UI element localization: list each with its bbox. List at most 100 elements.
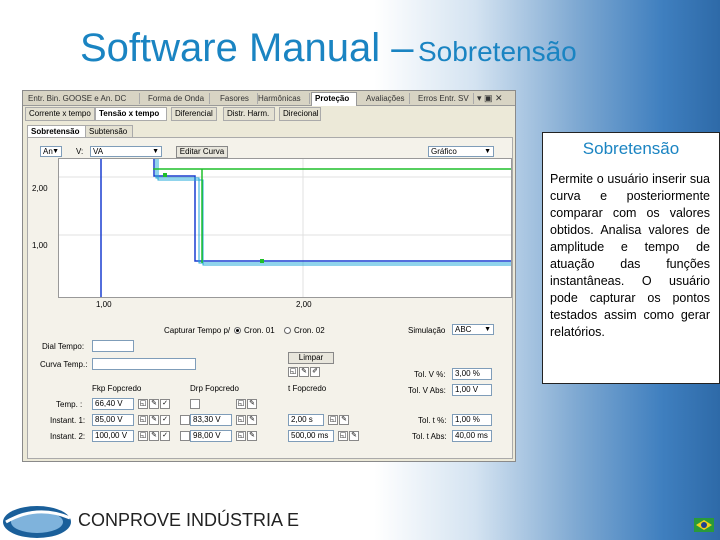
- simulation-select[interactable]: ABC ▼: [452, 324, 494, 335]
- channel-value: VA: [93, 147, 104, 156]
- pencil-icon[interactable]: ✎: [149, 415, 159, 425]
- pencil-icon[interactable]: ✎: [149, 431, 159, 441]
- copy-icon[interactable]: ◱: [138, 415, 148, 425]
- curve-cyan-2: [157, 159, 511, 266]
- pencil-icon[interactable]: ✎: [247, 399, 257, 409]
- brazil-flag-icon: [694, 518, 714, 532]
- tol-v-abs-input[interactable]: 1,00 V: [452, 384, 492, 396]
- chevron-down-icon: ▼: [152, 148, 159, 155]
- tol-t-abs-label: Tol. t Abs:: [412, 432, 447, 441]
- v-label: V:: [76, 147, 84, 156]
- check-icon[interactable]: ✓: [160, 399, 170, 409]
- tab-differential[interactable]: Diferencial: [171, 107, 217, 121]
- edit-curve-button[interactable]: Editar Curva: [176, 146, 228, 158]
- tab-phasors[interactable]: Fasores: [217, 93, 258, 104]
- curve-cyan: [155, 159, 511, 264]
- copy-icon[interactable]: ◱: [338, 431, 348, 441]
- copy-icon[interactable]: ◱: [236, 415, 246, 425]
- brush-icon[interactable]: ✐: [310, 367, 320, 377]
- time-input[interactable]: 2,00 s: [288, 414, 324, 426]
- check-icon[interactable]: ✓: [160, 415, 170, 425]
- simulation-label: Simulação: [408, 326, 446, 335]
- chevron-down-icon: ▼: [484, 326, 491, 333]
- copy-icon[interactable]: ◱: [236, 431, 246, 441]
- chart-svg: [59, 159, 511, 297]
- test-point[interactable]: [260, 259, 264, 263]
- check-icon[interactable]: ✓: [160, 431, 170, 441]
- pickup-input[interactable]: 100,00 V: [92, 430, 134, 442]
- channel-type-select[interactable]: An ▼: [40, 146, 62, 157]
- tab-directional[interactable]: Direcional: [279, 107, 321, 121]
- checkbox[interactable]: [180, 431, 190, 441]
- tab-current-time[interactable]: Corrente x tempo: [25, 107, 95, 121]
- tab-harm-distr[interactable]: Distr. Harm.: [223, 107, 275, 121]
- row-label: Temp. :: [56, 400, 83, 409]
- dropout-input[interactable]: 98,00 V: [190, 430, 232, 442]
- dropout-header: Drp Fopcredo: [190, 384, 239, 393]
- slide-title-sub: Sobretensão: [417, 36, 577, 67]
- cron1-label: Cron. 01: [244, 326, 275, 335]
- tol-t-pct-input[interactable]: 1,00 %: [452, 414, 492, 426]
- info-title: Sobretensão: [582, 139, 680, 158]
- x-tick-label: 2,00: [296, 300, 312, 309]
- checkbox[interactable]: [190, 399, 200, 409]
- graph-type-value: Gráfico: [431, 147, 457, 156]
- tol-t-abs-input[interactable]: 40,00 ms: [452, 430, 492, 442]
- main-tab-bar: Entr. Bin. GOOSE e An. DC Forma de Onda …: [23, 91, 515, 106]
- tol-v-abs-label: Tol. V Abs:: [408, 386, 446, 395]
- row-label: Instant. 2:: [50, 432, 86, 441]
- tab-harmonics[interactable]: Harmônicas: [255, 93, 310, 104]
- clear-button[interactable]: Limpar: [288, 352, 334, 364]
- slide-title: Software Manual – Sobretensão: [80, 26, 577, 71]
- tab-evaluations[interactable]: Avaliações: [363, 93, 410, 104]
- tab-voltage-time[interactable]: Tensão x tempo: [95, 107, 167, 121]
- row-label: Instant. 1:: [50, 416, 86, 425]
- cron1-radio[interactable]: [234, 327, 241, 334]
- pickup-input[interactable]: 66,40 V: [92, 398, 134, 410]
- test-point[interactable]: [163, 173, 167, 177]
- info-box: Sobretensão Permite o usuário inserir su…: [542, 132, 720, 384]
- y-tick-label: 2,00: [32, 184, 48, 193]
- curve-blue: [153, 159, 511, 262]
- curve-label: Curva Temp.:: [40, 360, 88, 369]
- copy-icon[interactable]: ◱: [236, 399, 246, 409]
- pencil-icon[interactable]: ✎: [247, 431, 257, 441]
- cron2-label: Cron. 02: [294, 326, 325, 335]
- time-voltage-chart[interactable]: [58, 158, 512, 298]
- copy-icon[interactable]: ◱: [138, 399, 148, 409]
- pickup-input[interactable]: 85,00 V: [92, 414, 134, 426]
- simulation-value: ABC: [455, 325, 472, 334]
- channel-select[interactable]: VA ▼: [90, 146, 162, 157]
- pencil-icon[interactable]: ✎: [247, 415, 257, 425]
- tab-protection[interactable]: Proteção: [311, 92, 357, 106]
- info-text: Permite o usuário inserir sua curva e po…: [550, 172, 710, 339]
- time-header: t Fopcredo: [288, 384, 327, 393]
- copy-icon[interactable]: ◱: [328, 415, 338, 425]
- slide-title-main: Software Manual –: [80, 26, 414, 70]
- graph-type-select[interactable]: Gráfico ▼: [428, 146, 494, 157]
- tol-v-pct-label: Tol. V %:: [414, 370, 446, 379]
- window-controls[interactable]: ▾ ▣ ✕: [477, 93, 503, 104]
- pencil-icon[interactable]: ✎: [349, 431, 359, 441]
- checkbox[interactable]: [180, 415, 190, 425]
- dial-input[interactable]: [92, 340, 134, 352]
- dropout-input[interactable]: 83,30 V: [190, 414, 232, 426]
- app-window: Entr. Bin. GOOSE e An. DC Forma de Onda …: [22, 90, 516, 462]
- pencil-icon[interactable]: ✎: [299, 367, 309, 377]
- copy-icon[interactable]: ◱: [138, 431, 148, 441]
- protection-tab-bar: Corrente x tempo Tensão x tempo Diferenc…: [25, 107, 515, 121]
- tol-v-pct-input[interactable]: 3,00 %: [452, 368, 492, 380]
- curve-input[interactable]: [92, 358, 196, 370]
- tab-sv-errors[interactable]: Erros Entr. SV: [415, 93, 474, 104]
- chevron-down-icon: ▼: [484, 148, 491, 155]
- copy-icon[interactable]: ◱: [288, 367, 298, 377]
- tab-waveform[interactable]: Forma de Onda: [145, 93, 210, 104]
- dial-label: Dial Tempo:: [42, 342, 85, 351]
- cron2-radio[interactable]: [284, 327, 291, 334]
- tab-binary-inputs[interactable]: Entr. Bin. GOOSE e An. DC: [25, 93, 140, 104]
- tol-t-pct-label: Tol. t %:: [418, 416, 447, 425]
- time-input[interactable]: 500,00 ms: [288, 430, 334, 442]
- pencil-icon[interactable]: ✎: [149, 399, 159, 409]
- y-tick-label: 1,00: [32, 241, 48, 250]
- pencil-icon[interactable]: ✎: [339, 415, 349, 425]
